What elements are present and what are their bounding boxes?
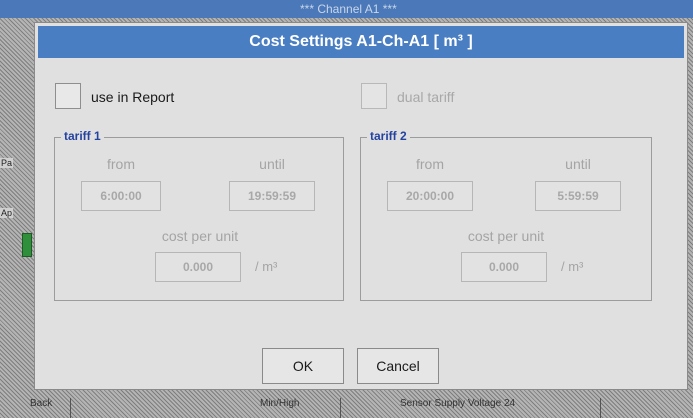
background-bottom-bar: Back Min/High Sensor Supply Voltage 24 [0, 398, 693, 418]
tariff-2-group: tariff 2 from until 20:00:00 5:59:59 cos… [360, 129, 652, 301]
cost-settings-dialog: Cost Settings A1-Ch-A1 [ m³ ] use in Rep… [34, 22, 688, 390]
tariff-1-legend: tariff 1 [61, 129, 104, 143]
background-side-label: Pa [0, 158, 14, 168]
ok-button[interactable]: OK [262, 348, 344, 384]
dual-tariff-label: dual tariff [397, 89, 455, 105]
background-side-strip: Pa Ap [0, 18, 30, 418]
tariff-2-cost-field[interactable]: 0.000 [461, 252, 547, 282]
tariff-2-unit-label: / m³ [561, 259, 584, 274]
tariff-1-unit-label: / m³ [255, 259, 278, 274]
tariff-2-until-label: until [565, 156, 591, 172]
background-min-high-button[interactable]: Min/High [260, 398, 341, 418]
dialog-title: Cost Settings A1-Ch-A1 [ m³ ] [38, 26, 684, 58]
tariff-2-from-field[interactable]: 20:00:00 [387, 181, 473, 211]
tariff-1-from-label: from [107, 156, 135, 172]
tariff-2-legend: tariff 2 [367, 129, 410, 143]
tariff-1-group: tariff 1 from until 6:00:00 19:59:59 cos… [54, 129, 344, 301]
tariff-1-until-label: until [259, 156, 285, 172]
cancel-button[interactable]: Cancel [357, 348, 439, 384]
background-green-indicator [22, 233, 32, 257]
background-side-label: Ap [0, 208, 14, 218]
tariff-1-cost-label: cost per unit [161, 228, 239, 244]
tariff-2-until-field[interactable]: 5:59:59 [535, 181, 621, 211]
use-in-report-checkbox[interactable] [55, 83, 81, 109]
use-in-report-label: use in Report [91, 89, 175, 105]
background-window-title: *** Channel A1 *** [300, 2, 397, 16]
tariff-2-from-label: from [416, 156, 444, 172]
tariff-1-from-field[interactable]: 6:00:00 [81, 181, 161, 211]
background-sensor-supply-label: Sensor Supply Voltage 24 [400, 398, 601, 418]
background-back-button[interactable]: Back [30, 398, 71, 418]
tariff-1-cost-field[interactable]: 0.000 [155, 252, 241, 282]
tariff-1-until-field[interactable]: 19:59:59 [229, 181, 315, 211]
background-window-titlebar: *** Channel A1 *** [0, 0, 693, 18]
tariff-2-cost-label: cost per unit [467, 228, 545, 244]
dual-tariff-checkbox[interactable] [361, 83, 387, 109]
